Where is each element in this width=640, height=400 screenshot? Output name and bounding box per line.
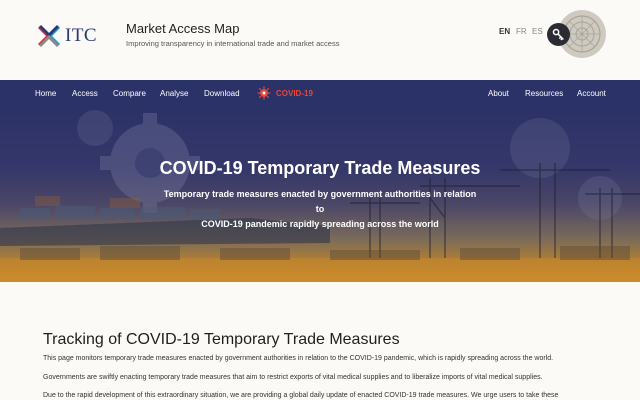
site-header: ITC Market Access Map Improving transpar… (0, 0, 640, 80)
itc-logo-icon (37, 24, 61, 48)
hero-title: COVID-19 Temporary Trade Measures (159, 158, 481, 178)
nav-analyse[interactable]: Analyse (160, 89, 188, 98)
nav-account[interactable]: Account (577, 89, 606, 98)
nav-download[interactable]: Download (204, 89, 240, 98)
itc-logo[interactable]: ITC (36, 22, 97, 50)
coronavirus-icon[interactable] (257, 86, 271, 100)
hero-subtitle-line-2: COVID-19 pandemic rapidly spreading acro… (201, 219, 439, 229)
key-icon (552, 28, 564, 41)
main-nav: Home Access Compare Analyse Download COV… (0, 80, 640, 108)
logo-text: ITC (65, 25, 98, 46)
login-key-button[interactable] (547, 23, 570, 46)
nav-about[interactable]: About (488, 89, 509, 98)
nav-resources[interactable]: Resources (525, 89, 563, 98)
site-tagline: Improving transparency in international … (126, 39, 340, 48)
paragraph: This page monitors temporary trade measu… (43, 355, 554, 362)
paragraph: Governments are swiftly enacting tempora… (43, 374, 543, 381)
hero-banner: COVID-19 Temporary Trade Measures Tempor… (0, 108, 640, 282)
nav-covid[interactable]: COVID-19 (276, 89, 313, 98)
site-title[interactable]: Market Access Map (126, 21, 239, 36)
nav-compare[interactable]: Compare (113, 89, 146, 98)
hero-subtitle-line-1: Temporary trade measures enacted by gove… (163, 189, 477, 214)
lang-fr[interactable]: FR (516, 27, 527, 36)
nav-home[interactable]: Home (35, 89, 56, 98)
lang-es[interactable]: ES (532, 27, 543, 36)
nav-access[interactable]: Access (72, 89, 98, 98)
lang-en[interactable]: EN (499, 27, 510, 36)
section-title: Tracking of COVID-19 Temporary Trade Mea… (43, 331, 400, 348)
hero-subtitle: Temporary trade measures enacted by gove… (160, 187, 480, 232)
paragraph: Due to the rapid development of this ext… (43, 392, 559, 399)
